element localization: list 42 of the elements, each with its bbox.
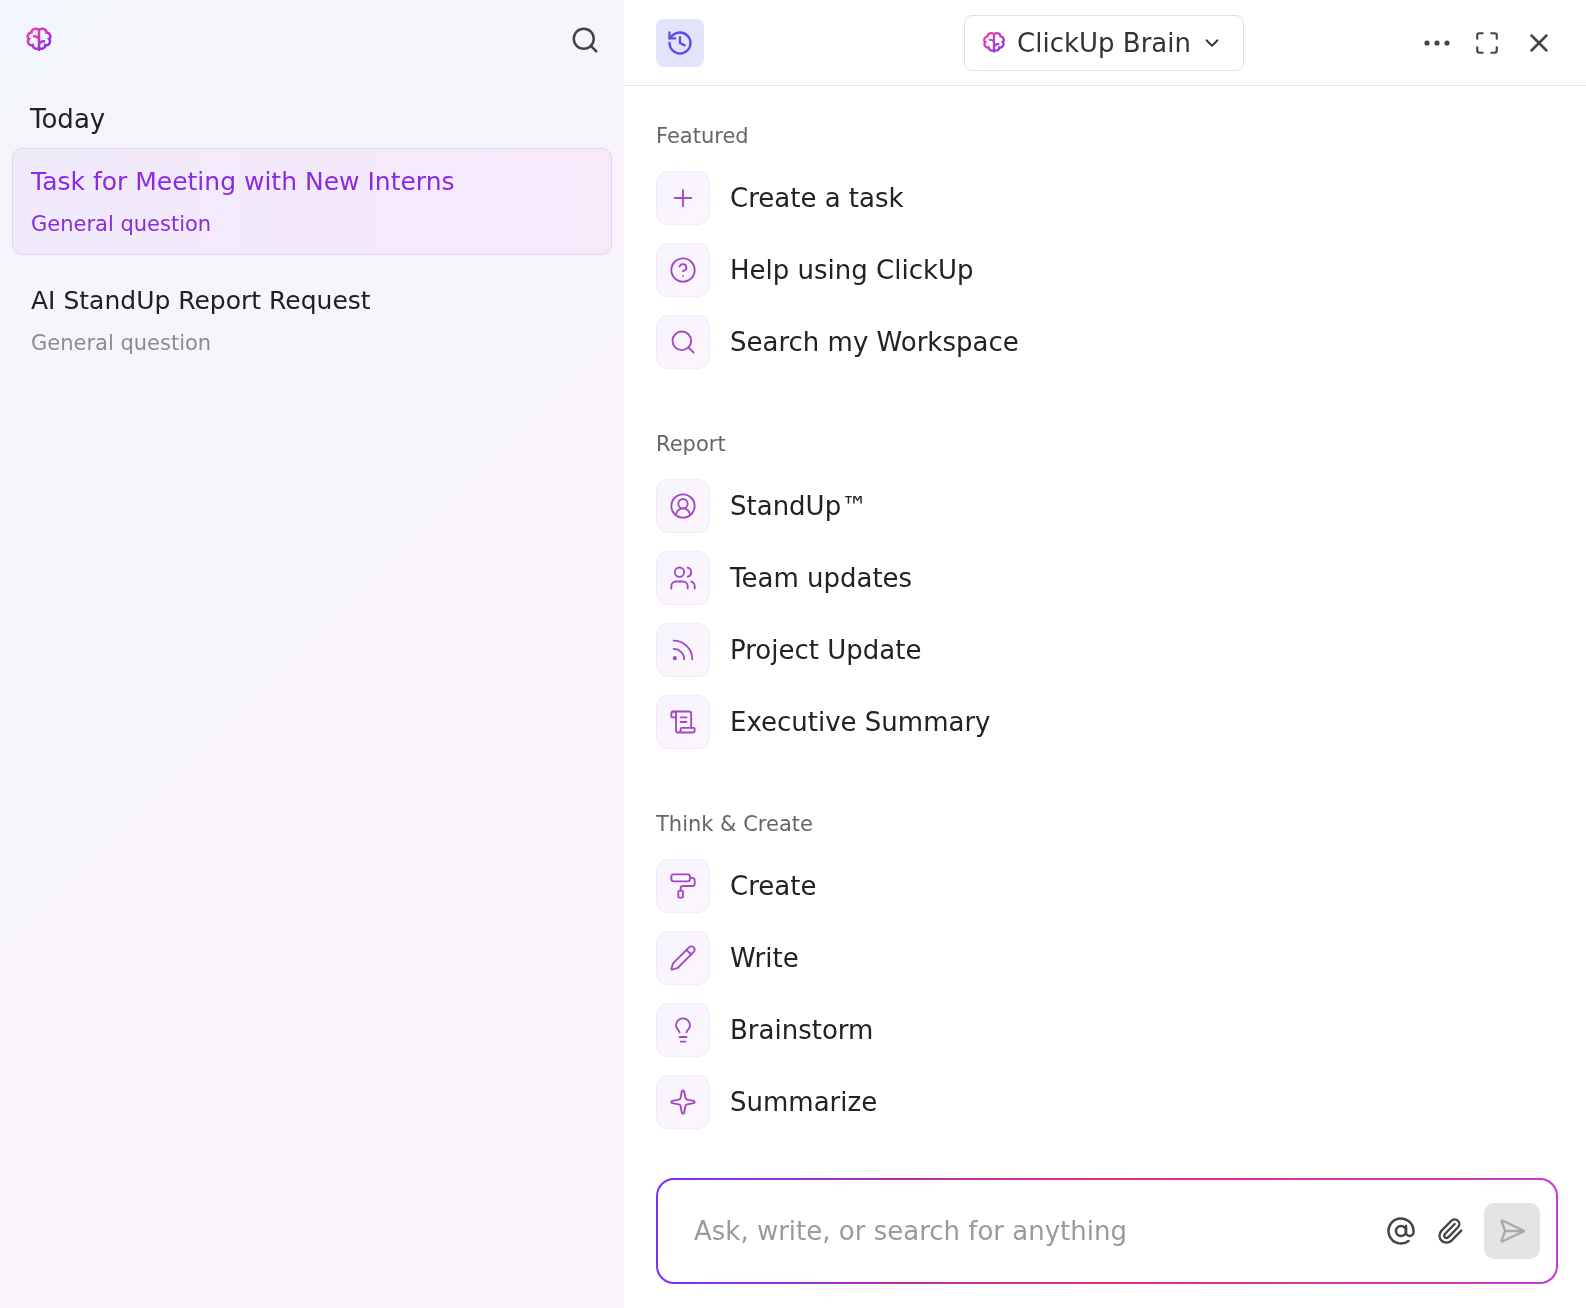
- action-item[interactable]: Search my Workspace: [730, 327, 1019, 357]
- action-item[interactable]: Create: [730, 871, 817, 901]
- section-heading: Today: [29, 103, 107, 136]
- search-icon[interactable]: [570, 25, 600, 55]
- sparkle-icon[interactable]: [656, 1075, 710, 1129]
- action-item[interactable]: Create a task: [730, 183, 904, 213]
- conversation-subtitle: General question: [31, 331, 213, 355]
- section-title: Featured: [656, 124, 750, 148]
- action-item[interactable]: Summarize: [730, 1087, 878, 1117]
- plus-icon[interactable]: [656, 171, 710, 225]
- brain-logo-icon: [981, 29, 1008, 56]
- action-item[interactable]: Brainstorm: [730, 1015, 874, 1045]
- action-item[interactable]: Team updates: [730, 563, 913, 593]
- lightbulb-icon[interactable]: [656, 1003, 710, 1057]
- history-icon: [666, 28, 694, 57]
- conversation-item[interactable]: Task for Meeting with New Interns General question: [12, 148, 612, 255]
- conversation-subtitle: General question: [31, 212, 213, 236]
- scroll-icon[interactable]: [656, 695, 710, 749]
- history-button[interactable]: [656, 18, 704, 67]
- action-item[interactable]: Write: [730, 943, 799, 973]
- assistant-dropdown[interactable]: ClickUp Brain: [964, 14, 1244, 71]
- section-title: Report: [656, 432, 727, 456]
- ellipsis-icon: [1424, 39, 1450, 46]
- action-item[interactable]: StandUp™: [730, 491, 868, 521]
- attachment-icon[interactable]: [1436, 1217, 1464, 1245]
- section-title: Think & Create: [656, 812, 814, 836]
- paint-roller-icon[interactable]: [656, 859, 710, 913]
- action-item[interactable]: Project Update: [730, 635, 922, 665]
- conversation-title: Task for Meeting with New Interns: [31, 167, 456, 196]
- conversation-title: AI StandUp Report Request: [31, 286, 372, 315]
- question-icon[interactable]: [656, 243, 710, 297]
- people-icon[interactable]: [656, 551, 710, 605]
- signal-icon[interactable]: [656, 623, 710, 677]
- pencil-icon[interactable]: [656, 931, 710, 985]
- search-icon[interactable]: [656, 315, 710, 369]
- send-icon: [1498, 1217, 1526, 1245]
- mention-icon[interactable]: [1386, 1216, 1416, 1246]
- expand-icon: [1474, 29, 1500, 56]
- action-item[interactable]: Executive Summary: [730, 707, 991, 737]
- prompt-field[interactable]: Ask, write, or search for anything: [692, 1215, 1366, 1247]
- action-item[interactable]: Help using ClickUp: [730, 255, 974, 285]
- conversation-item[interactable]: AI StandUp Report Request General question: [12, 267, 612, 374]
